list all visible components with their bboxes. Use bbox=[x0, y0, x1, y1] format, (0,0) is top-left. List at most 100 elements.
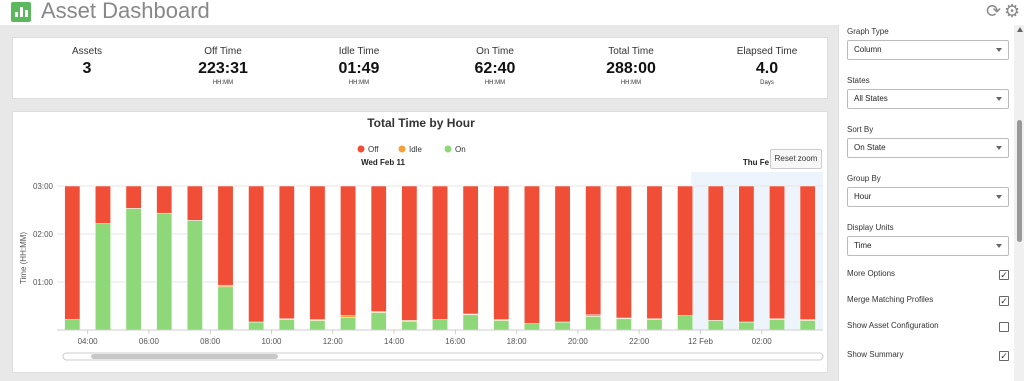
stat-value: 288:00 bbox=[606, 60, 656, 77]
x-tick-label: 06:00 bbox=[139, 337, 160, 346]
legend-marker bbox=[398, 145, 406, 153]
chevron-down-icon bbox=[996, 244, 1002, 248]
bar-off bbox=[401, 185, 418, 321]
legend-label: Off bbox=[368, 145, 379, 154]
bar-off bbox=[585, 185, 602, 316]
stat-label: Assets bbox=[71, 46, 102, 57]
chevron-down-icon bbox=[996, 195, 1002, 199]
more-options-label: More Options bbox=[847, 269, 896, 278]
x-tick-label: 22:00 bbox=[629, 337, 650, 346]
bar-on bbox=[370, 312, 387, 331]
stat-unit: HH:MM bbox=[348, 80, 370, 86]
more-options-checkbox[interactable]: ✓ bbox=[999, 270, 1009, 280]
y-tick-label: 01:00 bbox=[33, 278, 54, 287]
bar-off bbox=[340, 185, 356, 316]
app-header: Asset Dashboard ⟳ ⚙ bbox=[0, 0, 1024, 25]
more-options-row[interactable]: More Options ✓ bbox=[847, 269, 1009, 283]
scroll-up-arrow-icon[interactable] bbox=[1017, 27, 1023, 32]
bar-on bbox=[156, 212, 173, 331]
graph-type-label: Graph Type bbox=[847, 27, 889, 36]
bar-on bbox=[340, 316, 356, 331]
bar-off bbox=[309, 185, 326, 320]
bar-off bbox=[615, 185, 632, 319]
bar-on bbox=[585, 316, 602, 331]
y-axis-label: Time (HH:MM) bbox=[19, 232, 28, 284]
sort-by-value: On State bbox=[854, 143, 886, 152]
summary-card: Assets 3 Off Time 223:31 HH:MM Idle Time… bbox=[12, 37, 828, 99]
chart-navigator-thumb bbox=[91, 354, 278, 359]
stat-value: 01:49 bbox=[338, 60, 380, 77]
x-tick-label: 08:00 bbox=[200, 337, 221, 346]
stat-unit: HH:MM bbox=[620, 80, 642, 86]
chevron-down-icon bbox=[996, 146, 1002, 150]
panel-scrollbar-thumb[interactable] bbox=[1017, 120, 1022, 242]
x-tick-label: 10:00 bbox=[261, 337, 282, 346]
refresh-icon[interactable]: ⟳ bbox=[986, 2, 1004, 20]
stat-elapsed-time: Elapsed Time 4.0 Days bbox=[699, 46, 835, 86]
stat-label: Total Time bbox=[608, 46, 654, 57]
bar-on bbox=[217, 286, 234, 331]
legend-label: On bbox=[455, 145, 466, 154]
bar-off bbox=[462, 185, 479, 315]
graph-type-value: Column bbox=[854, 45, 882, 54]
show-summary-checkbox[interactable]: ✓ bbox=[999, 351, 1009, 361]
options-panel: Graph Type Column States All States Sort… bbox=[838, 25, 1024, 381]
x-tick-label: 20:00 bbox=[568, 337, 589, 346]
states-select[interactable]: All States bbox=[847, 89, 1009, 109]
bar-on bbox=[738, 321, 755, 331]
x-tick-label: 02:00 bbox=[752, 337, 773, 346]
legend-marker bbox=[357, 145, 365, 153]
chart-card: 01:00 02:00 03:00 Time (HH:MM) Total Time by… bbox=[12, 111, 828, 373]
stat-value: 62:40 bbox=[474, 60, 516, 77]
bar-off bbox=[248, 185, 265, 323]
stat-on-time: On Time 62:40 HH:MM bbox=[427, 46, 563, 86]
stat-label: Idle Time bbox=[338, 46, 380, 57]
stat-label: Elapsed Time bbox=[736, 46, 798, 57]
stat-unit: Days bbox=[760, 80, 774, 86]
stat-label: Off Time bbox=[204, 46, 242, 57]
group-by-value: Hour bbox=[854, 192, 872, 201]
bar-on bbox=[186, 220, 203, 331]
bar-off bbox=[524, 185, 540, 324]
merge-profiles-checkbox[interactable]: ✓ bbox=[999, 296, 1009, 306]
gear-icon[interactable]: ⚙ bbox=[1004, 2, 1022, 20]
bar-on bbox=[462, 314, 479, 331]
bar-on bbox=[401, 320, 418, 331]
main-area: Assets 3 Off Time 223:31 HH:MM Idle Time… bbox=[0, 25, 838, 381]
bar-off bbox=[217, 185, 234, 286]
group-by-select[interactable]: Hour bbox=[847, 187, 1009, 207]
merge-profiles-row[interactable]: Merge Matching Profiles ✓ bbox=[847, 295, 1009, 309]
display-units-select[interactable]: Time bbox=[847, 236, 1009, 256]
bar-off bbox=[707, 185, 724, 321]
bar-on bbox=[125, 208, 142, 331]
stat-idle-time: Idle Time 01:49 HH:MM bbox=[291, 46, 427, 86]
show-asset-config-checkbox[interactable] bbox=[999, 322, 1009, 332]
y-tick-label: 02:00 bbox=[33, 230, 54, 239]
reset-zoom-button[interactable]: Reset zoom bbox=[770, 149, 822, 169]
bar-on bbox=[646, 319, 663, 331]
bar-off bbox=[677, 185, 694, 316]
show-asset-config-label: Show Asset Configuration bbox=[847, 321, 939, 330]
bar-on bbox=[769, 319, 785, 331]
bar-on bbox=[493, 320, 510, 331]
bar-off bbox=[64, 185, 81, 320]
graph-type-select[interactable]: Column bbox=[847, 40, 1009, 60]
x-tick-label: 12 Feb bbox=[688, 337, 713, 346]
bar-on bbox=[248, 321, 265, 331]
display-units-label: Display Units bbox=[847, 223, 894, 232]
bar-on bbox=[554, 321, 571, 331]
states-value: All States bbox=[854, 94, 888, 103]
merge-profiles-label: Merge Matching Profiles bbox=[847, 295, 934, 304]
bar-on bbox=[278, 319, 295, 331]
show-asset-config-row[interactable]: Show Asset Configuration bbox=[847, 321, 1009, 335]
legend-marker bbox=[444, 145, 452, 153]
bar-on bbox=[615, 318, 632, 331]
bar-on bbox=[432, 319, 448, 331]
x-tick-label: 14:00 bbox=[384, 337, 405, 346]
show-summary-row[interactable]: Show Summary ✓ bbox=[847, 350, 1009, 364]
stat-off-time: Off Time 223:31 HH:MM bbox=[155, 46, 291, 86]
group-by-label: Group By bbox=[847, 174, 881, 183]
page-title: Asset Dashboard bbox=[41, 0, 210, 23]
stat-unit: HH:MM bbox=[212, 80, 234, 86]
sort-by-select[interactable]: On State bbox=[847, 138, 1009, 158]
